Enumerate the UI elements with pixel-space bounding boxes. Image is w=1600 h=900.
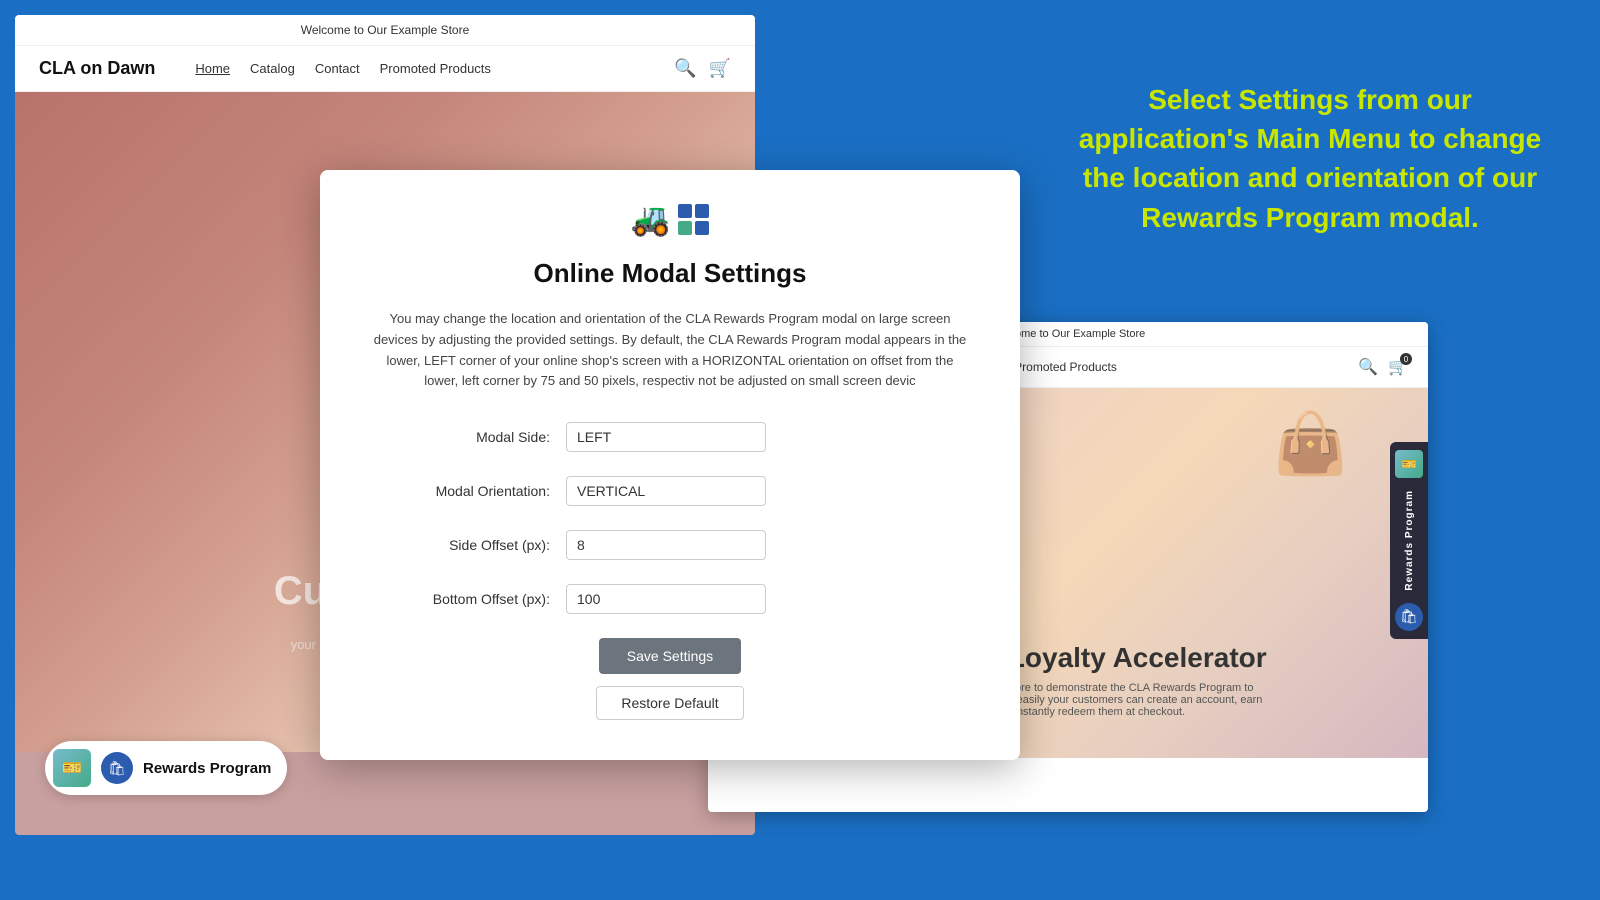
modal-title: Online Modal Settings bbox=[370, 258, 970, 289]
instruction-text: Select Settings from our application's M… bbox=[1060, 80, 1560, 237]
shopify-bag-icon-left: 🛍 bbox=[101, 752, 133, 784]
left-store-nav: Home Catalog Contact Promoted Products bbox=[195, 61, 650, 76]
modal-description: You may change the location and orientat… bbox=[370, 309, 970, 392]
right-cart-wrapper: 🛒 0 bbox=[1388, 357, 1408, 377]
left-nav-home: Home bbox=[195, 61, 230, 76]
rewards-widget-left[interactable]: 🎫 🛍 Rewards Program bbox=[45, 741, 287, 795]
rewards-label-right: Rewards Program bbox=[1404, 486, 1415, 595]
left-store-brand: CLA on Dawn bbox=[39, 58, 155, 79]
modal-side-row: Modal Side: bbox=[370, 422, 970, 452]
bottom-offset-label: Bottom Offset (px): bbox=[370, 591, 550, 607]
modal-side-input[interactable] bbox=[566, 422, 766, 452]
save-settings-button[interactable]: Save Settings bbox=[599, 638, 741, 674]
modal-settings-panel: 🚜 Online Modal Settings You may change t… bbox=[320, 170, 1020, 760]
modal-orientation-label: Modal Orientation: bbox=[370, 483, 550, 499]
left-store-topbar: Welcome to Our Example Store bbox=[15, 15, 755, 46]
hero-decoration: 👜 bbox=[1273, 408, 1348, 479]
cla-logo-box bbox=[678, 204, 709, 235]
rewards-widget-right[interactable]: 🎫 Rewards Program 🛍 bbox=[1390, 442, 1428, 639]
modal-orientation-input[interactable] bbox=[566, 476, 766, 506]
bottom-offset-row: Bottom Offset (px): bbox=[370, 584, 970, 614]
side-offset-label: Side Offset (px): bbox=[370, 537, 550, 553]
left-nav-promoted: Promoted Products bbox=[380, 61, 491, 76]
instruction-panel: Select Settings from our application's M… bbox=[1020, 60, 1600, 257]
bottom-offset-input[interactable] bbox=[566, 584, 766, 614]
rewards-widget-label-left: Rewards Program bbox=[143, 760, 271, 777]
side-offset-input[interactable] bbox=[566, 530, 766, 560]
side-offset-row: Side Offset (px): bbox=[370, 530, 970, 560]
modal-side-label: Modal Side: bbox=[370, 429, 550, 445]
shopify-bag-icon-right: 🛍 bbox=[1395, 603, 1423, 631]
modal-logo: 🚜 bbox=[370, 200, 970, 238]
left-nav-catalog: Catalog bbox=[250, 61, 295, 76]
right-store-icons: 🔍 🛒 0 bbox=[1358, 357, 1408, 377]
right-nav-promoted: Promoted Products bbox=[1014, 360, 1117, 374]
rewards-icon-left: 🎫 bbox=[53, 749, 91, 787]
cart-icon: 🛒 bbox=[709, 58, 731, 79]
tractor-icon: 🚜 bbox=[631, 200, 671, 238]
cart-count-badge: 0 bbox=[1400, 353, 1412, 365]
search-icon: 🔍 bbox=[674, 58, 696, 79]
left-nav-contact: Contact bbox=[315, 61, 360, 76]
restore-defaults-button[interactable]: Restore Default bbox=[596, 686, 743, 720]
rewards-icon-right: 🎫 bbox=[1395, 450, 1423, 478]
left-store-icons: 🔍 🛒 bbox=[674, 58, 731, 79]
modal-orientation-row: Modal Orientation: bbox=[370, 476, 970, 506]
left-store-navbar: CLA on Dawn Home Catalog Contact Promote… bbox=[15, 46, 755, 92]
right-search-icon: 🔍 bbox=[1358, 357, 1378, 377]
